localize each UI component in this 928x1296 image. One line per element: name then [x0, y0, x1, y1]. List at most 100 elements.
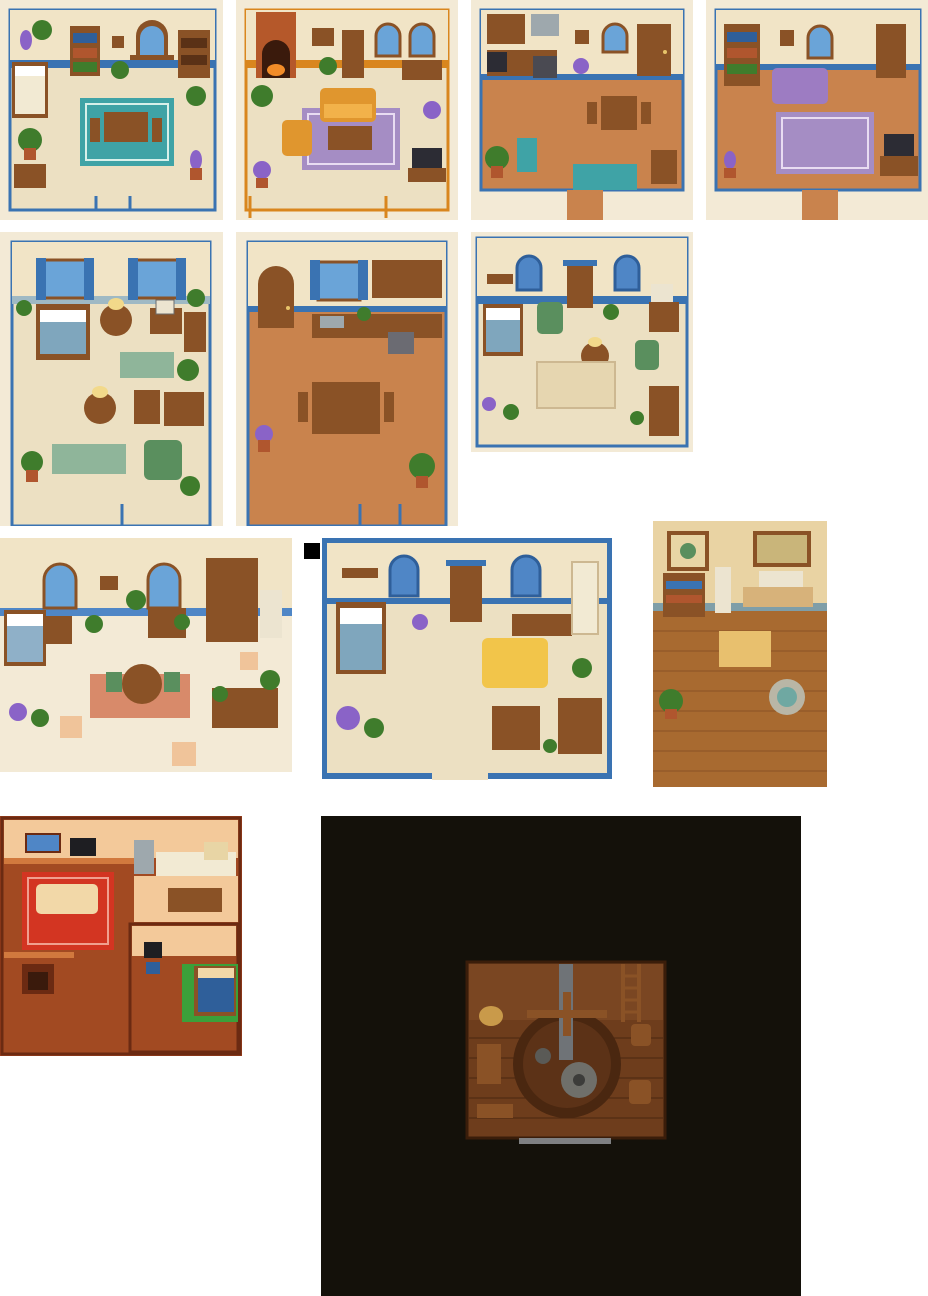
room-bedroom-living-teal-rug-art — [0, 0, 223, 220]
doorway-icon — [567, 190, 603, 220]
table-icon — [719, 631, 771, 667]
armchair-icon — [144, 440, 182, 480]
fridge-icon — [571, 561, 599, 635]
tv-icon — [70, 838, 96, 856]
armchair-icon — [282, 120, 312, 156]
purple-rug-icon — [776, 112, 874, 174]
fridge-icon — [260, 590, 282, 638]
threshold-icon — [519, 1138, 611, 1144]
sofa-icon — [482, 638, 548, 688]
doorway-icon — [432, 764, 488, 780]
door-icon — [446, 560, 486, 622]
window-icon — [601, 22, 629, 54]
room-studio-yellow-sofa — [322, 538, 612, 780]
dining-table-icon — [298, 382, 394, 434]
range-hood-icon — [531, 14, 559, 36]
sack-icon — [479, 1006, 503, 1026]
computer-icon — [144, 942, 162, 974]
room-apartment-red-rug-art — [0, 816, 242, 1056]
room-studio-yellow-sofa-art — [322, 538, 612, 780]
room-kitchen-terracotta-art — [236, 232, 458, 526]
bed-icon — [36, 304, 90, 360]
room-living-room-purple-art — [706, 0, 928, 220]
floor-tile-icon — [240, 652, 258, 670]
room-bedroom-blue-windows-art — [471, 232, 693, 452]
room-bedroom-study-green-art — [0, 232, 223, 526]
sideboard-icon — [402, 60, 442, 80]
bed-icon — [4, 610, 46, 666]
room-living-fireplace-art — [236, 0, 458, 220]
oven-icon — [388, 332, 414, 354]
lavender-pot-icon — [724, 151, 736, 178]
sofa-icon — [772, 68, 828, 104]
room-apartment-red-rug — [0, 816, 242, 1056]
tv-icon — [408, 148, 446, 182]
fireplace-icon — [22, 964, 54, 994]
coffee-table-icon — [328, 126, 372, 150]
window-icon — [25, 833, 61, 853]
rug-icon — [573, 164, 637, 190]
cabinet-icon — [342, 30, 364, 78]
nightstand-icon — [14, 164, 46, 188]
shelf-icon — [487, 274, 513, 284]
window-icon — [806, 24, 834, 60]
room-cottage-open-plan-art — [0, 538, 292, 772]
arched-door-icon — [258, 266, 294, 328]
kitchen-counter-icon — [512, 614, 572, 636]
picture-frame-icon — [780, 30, 794, 46]
sofa-icon — [36, 884, 98, 914]
room-mill-interior — [321, 816, 801, 1296]
stove-icon — [533, 56, 557, 78]
picture-frame-icon — [575, 30, 589, 44]
bed-icon — [483, 304, 523, 356]
bookshelf-icon — [70, 26, 100, 76]
room-kitchen-dining — [471, 0, 693, 220]
cabinet-icon — [651, 150, 677, 184]
door-icon — [563, 260, 597, 308]
room-kitchen-dining-art — [471, 0, 693, 220]
cabinet-icon — [715, 567, 731, 613]
computer-icon — [155, 299, 175, 315]
room-wooden-study-maps — [653, 521, 827, 787]
bed-icon — [182, 964, 238, 1022]
bed-icon — [336, 602, 386, 674]
fireplace-icon — [256, 12, 296, 78]
tv-icon — [880, 134, 918, 176]
room-kitchen-terracotta — [236, 232, 458, 526]
fridge-icon — [517, 138, 537, 172]
room-living-fireplace — [236, 0, 458, 220]
doorway-icon — [802, 190, 838, 220]
floor-tile-icon — [60, 716, 82, 738]
picture-frame-icon — [100, 576, 118, 590]
bed-icon — [12, 62, 48, 118]
nightstand-icon — [46, 616, 72, 644]
selection-marker — [304, 543, 320, 559]
room-mill-interior-art — [321, 816, 801, 1296]
room-cottage-open-plan — [0, 538, 292, 772]
room-wooden-study-maps-art — [653, 521, 827, 787]
picture-frame-icon — [312, 28, 334, 46]
sofa-icon — [320, 88, 376, 122]
bookshelf-icon — [663, 573, 705, 617]
window-icon — [310, 260, 368, 302]
cabinet-icon — [134, 390, 160, 424]
floor-tile-icon — [172, 742, 196, 766]
cabinet-icon — [372, 260, 442, 298]
sink-icon — [312, 314, 442, 338]
dresser-icon — [558, 698, 602, 754]
door-icon — [637, 24, 671, 76]
picture-frame-icon — [112, 36, 124, 48]
bookshelf-icon — [184, 312, 206, 352]
bookshelf-icon — [649, 386, 679, 436]
lamp-icon — [108, 298, 124, 310]
room-bedroom-blue-windows — [471, 232, 693, 452]
table-icon — [492, 706, 540, 750]
room-living-room-purple — [706, 0, 928, 220]
shelf-icon — [342, 568, 378, 578]
fountain-icon — [769, 679, 805, 715]
room-bedroom-living-teal-rug — [0, 0, 223, 220]
room-bedroom-study-green — [0, 232, 223, 526]
sideboard-icon — [164, 392, 204, 426]
rug-icon — [536, 361, 616, 409]
dining-table-icon — [168, 888, 222, 912]
